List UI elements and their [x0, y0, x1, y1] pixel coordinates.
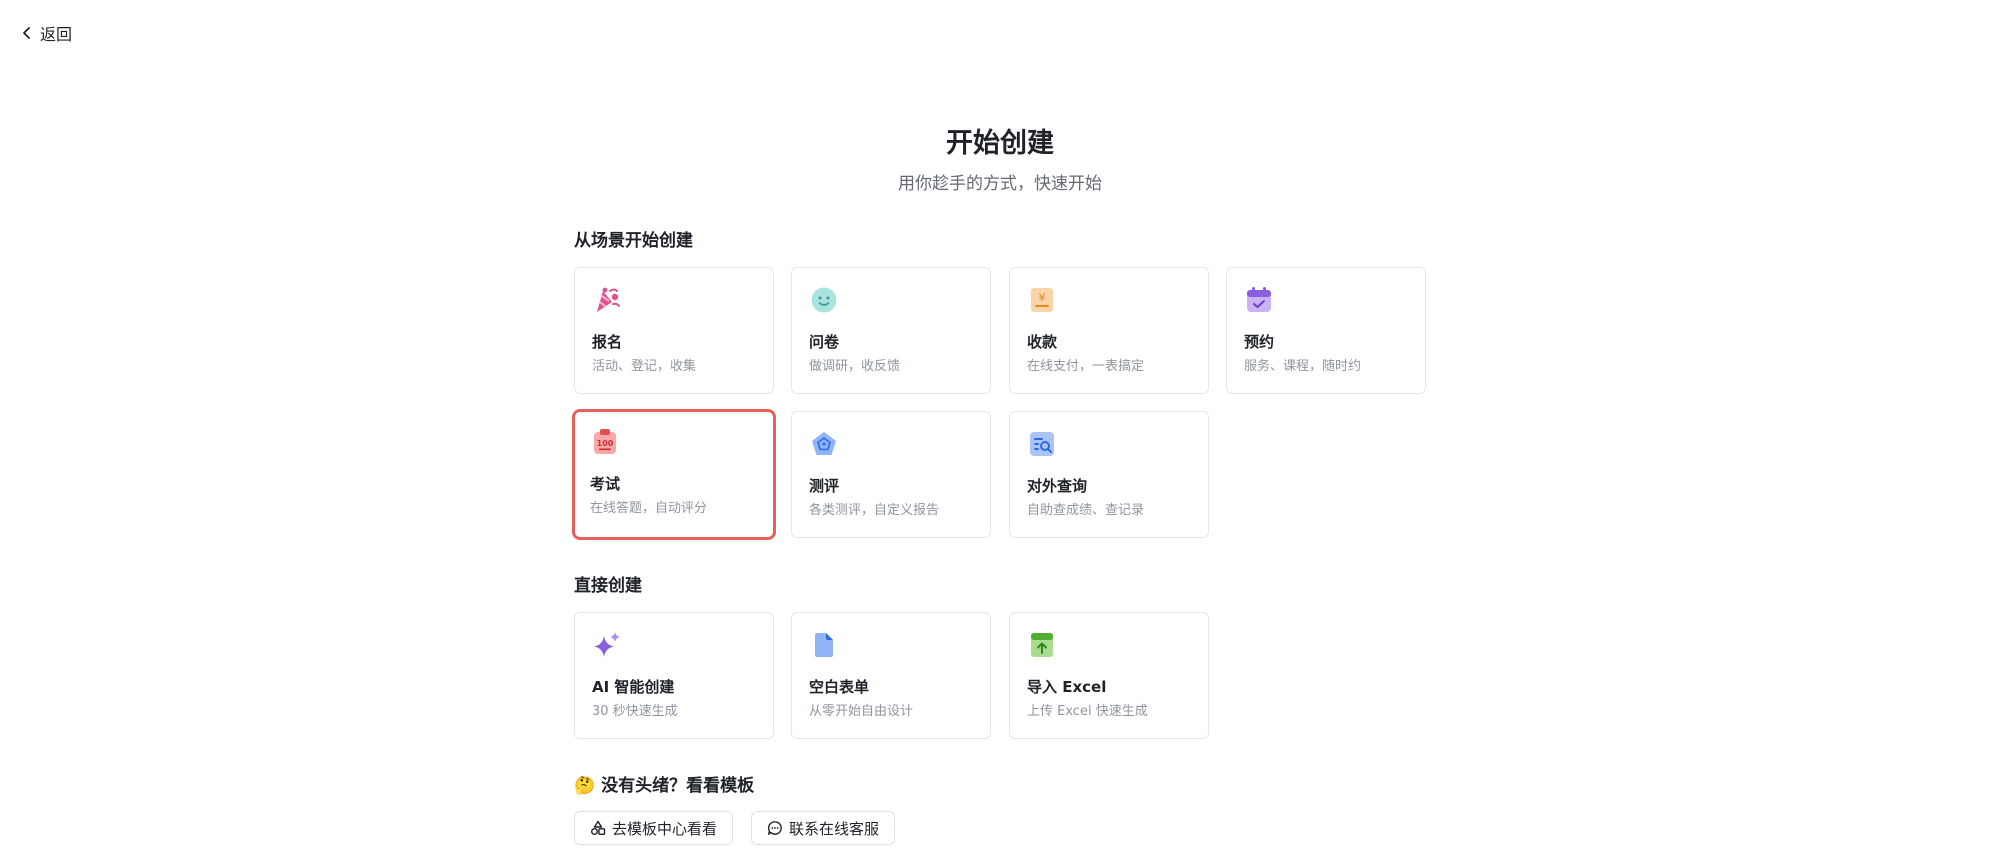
card-description: 在线支付，一表搞定: [1027, 359, 1145, 374]
list-search-icon: [1030, 432, 1054, 456]
template-center-label: 去模板中心看看: [612, 819, 718, 838]
party-popper-icon: [597, 287, 620, 312]
upload-excel-icon: [1031, 633, 1053, 657]
template-center-button[interactable]: 去模板中心看看: [574, 811, 734, 845]
card-title: 收款: [1027, 333, 1058, 351]
scenario-card-booking[interactable]: 预约 服务、课程，随时约: [1226, 267, 1426, 394]
card-title: 报名: [592, 333, 623, 351]
card-description: 在线答题，自动评分: [590, 501, 708, 516]
thinking-face-icon: 🤔: [574, 776, 596, 796]
page-subtitle: 用你趁手的方式，快速开始: [898, 174, 1102, 194]
card-description: 从零开始自由设计: [809, 704, 914, 719]
scenario-card-lookup[interactable]: 对外查询 自助查成绩、查记录: [1009, 411, 1209, 538]
card-description: 各类测评，自定义报告: [809, 503, 940, 518]
contact-support-label: 联系在线客服: [789, 819, 880, 838]
card-description: 30 秒快速生成: [592, 704, 678, 719]
card-description: 活动、登记，收集: [592, 359, 697, 374]
direct-card-import-excel[interactable]: 导入 Excel 上传 Excel 快速生成: [1009, 612, 1209, 739]
calendar-check-icon: [1247, 287, 1271, 312]
scenario-card-signup[interactable]: 报名 活动、登记，收集: [574, 267, 774, 394]
card-description: 做调研，收反馈: [809, 359, 901, 374]
card-title: 空白表单: [809, 678, 870, 696]
page-title: 开始创建: [946, 128, 1054, 159]
card-description: 上传 Excel 快速生成: [1027, 704, 1148, 719]
direct-card-blank-form[interactable]: 空白表单 从零开始自由设计: [791, 612, 991, 739]
card-title: 导入 Excel: [1027, 678, 1107, 696]
back-button[interactable]: 返回: [20, 20, 72, 46]
scenario-section-title: 从场景开始创建: [574, 231, 693, 251]
scenario-card-exam[interactable]: 100 考试 在线答题，自动评分: [572, 409, 776, 540]
chevron-left-icon: [23, 27, 30, 39]
template-section-title: 🤔 没有头绪？看看模板: [574, 774, 754, 798]
smiley-icon: [811, 287, 837, 313]
svg-text:100: 100: [597, 439, 614, 448]
direct-section-title: 直接创建: [574, 576, 642, 596]
card-title: 测评: [809, 477, 840, 495]
exam-score-icon: 100: [594, 429, 616, 454]
card-title: 预约: [1244, 333, 1275, 351]
card-title: 考试: [590, 475, 621, 493]
direct-card-ai[interactable]: AI 智能创建 30 秒快速生成: [574, 612, 774, 739]
scenario-card-assessment[interactable]: 测评 各类测评，自定义报告: [791, 411, 991, 538]
card-description: 自助查成绩、查记录: [1027, 503, 1145, 518]
scenario-card-survey[interactable]: 问卷 做调研，收反馈: [791, 267, 991, 394]
sparkle-icon: [594, 632, 620, 657]
yuan-receipt-icon: ¥: [1031, 288, 1053, 312]
blank-document-icon: [815, 633, 833, 657]
page-header: 开始创建 用你趁手的方式，快速开始: [0, 126, 2000, 196]
card-title: AI 智能创建: [592, 678, 675, 696]
svg-text:¥: ¥: [1039, 291, 1046, 304]
scenario-card-payment[interactable]: ¥ 收款 在线支付，一表搞定: [1009, 267, 1209, 394]
pentagon-rating-icon: [812, 432, 836, 455]
card-description: 服务、课程，随时约: [1244, 359, 1362, 374]
card-title: 问卷: [809, 333, 840, 351]
chat-bubble-icon: [767, 821, 782, 835]
card-title: 对外查询: [1027, 477, 1088, 495]
shapes-icon: [591, 820, 606, 836]
template-section-label: 没有头绪？看看模板: [601, 776, 755, 796]
back-label: 返回: [40, 25, 73, 44]
contact-support-button[interactable]: 联系在线客服: [751, 811, 896, 845]
